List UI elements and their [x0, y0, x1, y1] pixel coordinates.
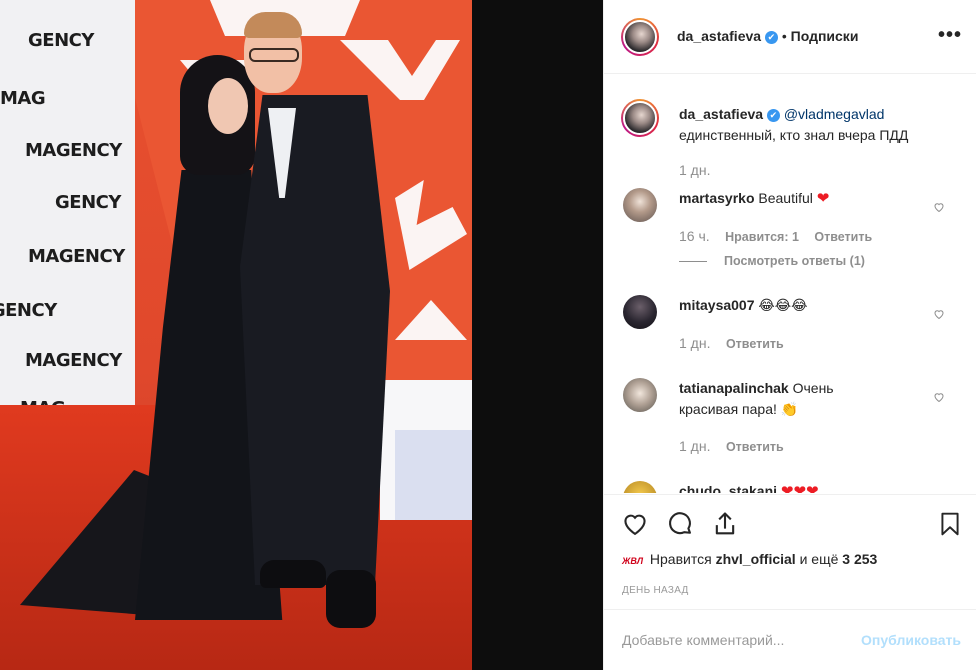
likes-suffix: и ещё: [799, 551, 839, 567]
comment-meta: 16 ч. Нравится: 1 Ответить: [679, 228, 872, 244]
press-wall: GENCY MAG MAGENCY GENCY MAGENCY MAGENCY …: [0, 0, 135, 420]
press-wall-logo: MAGENCY: [25, 350, 122, 371]
likes-line: ЖВЛ Нравится zhvl_official и ещё 3 253: [622, 551, 877, 567]
comment-meta: 1 дн. Ответить: [679, 335, 784, 351]
verified-icon: ✔: [764, 30, 778, 44]
comment-meta: 1 дн. Ответить: [679, 438, 784, 454]
share-icon[interactable]: [711, 510, 739, 538]
commenter-avatar[interactable]: [623, 481, 657, 493]
press-wall-logo: MAG: [0, 88, 46, 109]
comment-time[interactable]: 1 дн.: [679, 335, 710, 351]
caption-username[interactable]: da_astafieva: [679, 106, 763, 122]
likes-count[interactable]: 3 253: [842, 551, 877, 567]
press-wall-logo: MAGENCY: [28, 246, 125, 267]
add-comment-bar: Добавьте комментарий... Опубликовать: [604, 609, 976, 670]
heart-emoji: ❤❤❤: [780, 483, 819, 493]
author-username[interactable]: da_astafieva: [677, 28, 761, 44]
comment-icon[interactable]: [666, 510, 694, 538]
caption-time[interactable]: 1 дн.: [679, 162, 710, 178]
post-date[interactable]: ДЕНЬ НАЗАД: [622, 585, 689, 596]
man-suit: [240, 95, 390, 585]
reply-button[interactable]: Ответить: [814, 230, 872, 244]
caption-avatar[interactable]: [621, 99, 659, 137]
comment-body: tatianapalinchak Очень красивая пара! 👏: [679, 378, 934, 420]
comment-like-icon[interactable]: [933, 308, 945, 320]
caption-text: единственный, кто знал вчера ПДД: [679, 127, 909, 143]
post-panel: da_astafieva ✔ • Подписки ••• da_astafie…: [603, 0, 976, 670]
reply-button[interactable]: Ответить: [726, 337, 784, 351]
liker-avatar[interactable]: ЖВЛ: [622, 556, 646, 566]
comment-text: Beautiful: [758, 190, 813, 206]
commenter-avatar[interactable]: [623, 378, 657, 412]
verified-icon: ✔: [766, 108, 780, 122]
man-hair: [244, 12, 302, 38]
heart-emoji: ❤: [816, 190, 830, 207]
comment-likes[interactable]: Нравится: 1: [725, 230, 799, 244]
glasses: [249, 48, 299, 62]
publish-button[interactable]: Опубликовать: [861, 632, 961, 648]
comment-username[interactable]: chudo_stakani: [679, 483, 777, 493]
press-wall-logo: GENCY: [28, 30, 94, 51]
comment-username[interactable]: tatianapalinchak: [679, 380, 789, 396]
heart-icon[interactable]: [621, 510, 649, 538]
stage-block: [395, 430, 472, 520]
more-icon[interactable]: •••: [938, 24, 962, 47]
header-separator: •: [781, 28, 787, 44]
view-replies-button[interactable]: Посмотреть ответы (1): [724, 254, 865, 268]
caption: da_astafieva ✔ @vladmegavlad единственны…: [679, 104, 964, 146]
photo-scene: GENCY MAG MAGENCY GENCY MAGENCY MAGENCY …: [0, 0, 472, 670]
shoe: [326, 570, 376, 628]
comment-time[interactable]: 16 ч.: [679, 228, 710, 244]
comment-username[interactable]: martasyrko: [679, 190, 755, 206]
comment-body: mitaysa007 😂😂😂: [679, 295, 807, 316]
post-actions: ЖВЛ Нравится zhvl_official и ещё 3 253 Д…: [604, 494, 976, 608]
press-wall-logo: GENCY: [55, 192, 121, 213]
comment-time[interactable]: 1 дн.: [679, 438, 710, 454]
shoe: [260, 560, 326, 588]
comment-like-icon[interactable]: [933, 391, 945, 403]
comments-list[interactable]: da_astafieva ✔ @vladmegavlad единственны…: [604, 75, 976, 493]
mention-link[interactable]: @vladmegavlad: [784, 106, 885, 122]
comment-body: chudo_stakani ❤❤❤: [679, 481, 819, 493]
comment-like-icon[interactable]: [933, 201, 945, 213]
commenter-avatar[interactable]: [623, 188, 657, 222]
comment-username[interactable]: mitaysa007: [679, 297, 755, 313]
laughing-emoji: 😂😂😂: [758, 297, 808, 313]
post-header: da_astafieva ✔ • Подписки •••: [604, 0, 976, 74]
press-wall-logo: MAGENCY: [25, 140, 122, 161]
comment-body: martasyrko Beautiful ❤: [679, 188, 829, 209]
reply-button[interactable]: Ответить: [726, 440, 784, 454]
likes-prefix: Нравится: [649, 551, 712, 567]
author-line: da_astafieva ✔ • Подписки: [677, 28, 858, 44]
press-wall-logo: MAGENCY: [0, 300, 57, 321]
woman-face: [208, 78, 248, 134]
comment-text: красивая пара!: [679, 401, 777, 417]
bookmark-icon[interactable]: [937, 510, 963, 538]
replies-divider: [679, 261, 707, 262]
clap-emoji: 👏: [780, 401, 799, 417]
liker-username[interactable]: zhvl_official: [716, 551, 796, 567]
author-avatar[interactable]: [621, 18, 659, 56]
comment-input[interactable]: Добавьте комментарий...: [622, 632, 784, 648]
post-photo[interactable]: GENCY MAG MAGENCY GENCY MAGENCY MAGENCY …: [0, 0, 603, 670]
following-button[interactable]: Подписки: [791, 28, 859, 44]
commenter-avatar[interactable]: [623, 295, 657, 329]
comment-text: Очень: [792, 380, 834, 396]
